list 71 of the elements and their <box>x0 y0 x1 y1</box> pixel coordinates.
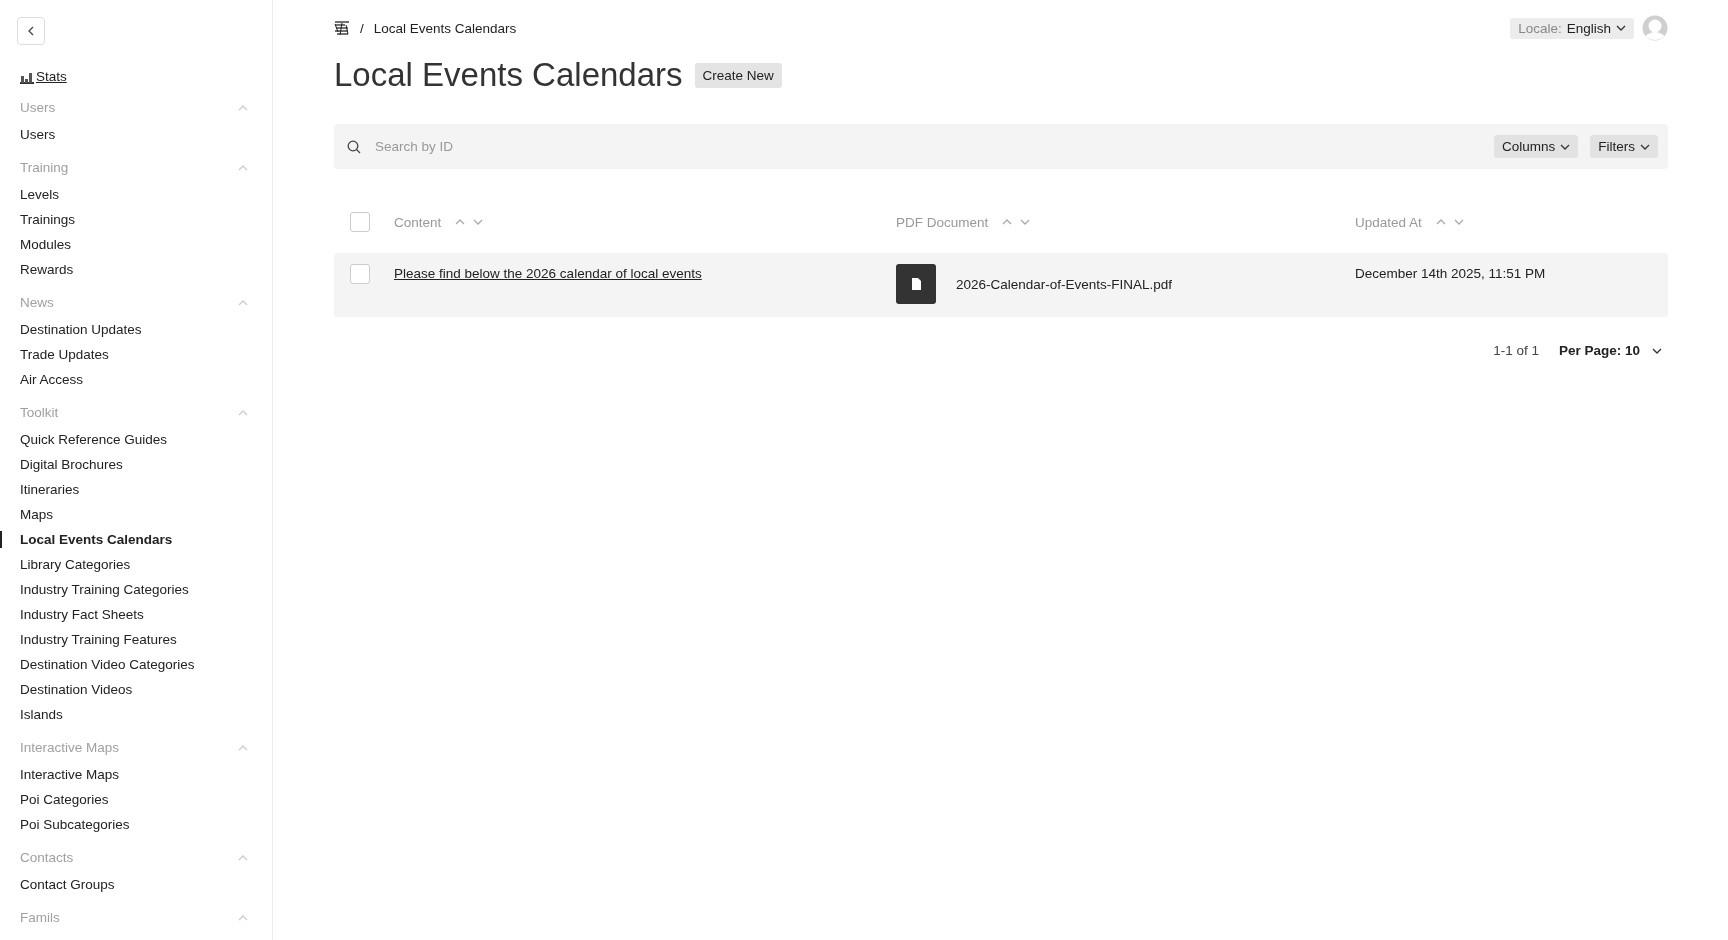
breadcrumb-item: Local Events Calendars <box>373 20 517 36</box>
sidebar-item[interactable]: Trainings <box>0 207 76 232</box>
group-title: Contacts <box>20 850 74 865</box>
chevron-up-icon[interactable] <box>238 298 248 307</box>
back-button[interactable] <box>17 17 45 45</box>
chevron-down-icon <box>473 218 484 226</box>
group-title: Users <box>20 100 56 115</box>
sidebar-item[interactable]: Rewards <box>0 257 74 282</box>
chevron-down-icon <box>1616 24 1626 32</box>
sidebar-item[interactable]: Local Events Calendars <box>0 527 173 552</box>
chevron-up-icon <box>455 218 466 226</box>
sidebar-item[interactable]: Trade Updates <box>0 342 109 367</box>
select-all-checkbox[interactable] <box>350 212 370 232</box>
sidebar-item[interactable]: Contact Groups <box>0 872 115 897</box>
chevron-up-icon[interactable] <box>238 853 248 862</box>
chevron-down-icon <box>1453 218 1464 226</box>
toolbar-button[interactable]: Filters <box>1590 135 1658 158</box>
group-title: Famils <box>20 910 60 925</box>
breadcrumb-separator: / <box>360 20 364 36</box>
stats-link[interactable]: Stats <box>20 67 67 87</box>
sidebar-item[interactable]: Users <box>0 122 56 147</box>
group-title: Toolkit <box>20 405 59 420</box>
avatar-icon[interactable] <box>1642 15 1668 41</box>
toolbar-button[interactable]: Columns <box>1493 135 1579 158</box>
page-title: Local Events Calendars <box>334 56 683 94</box>
chevron-up-icon <box>1435 218 1446 226</box>
sidebar-item[interactable]: Digital Brochures <box>0 452 123 477</box>
chevron-up-icon[interactable] <box>238 163 248 172</box>
chevron-up-icon[interactable] <box>238 408 248 417</box>
sidebar-item[interactable]: Industry Training Categories <box>0 577 189 602</box>
chevron-up-icon <box>1002 218 1013 226</box>
sidebar-item[interactable]: Interactive Maps <box>0 762 120 787</box>
sidebar-item[interactable]: Destination Updates <box>0 317 142 342</box>
locale-dropdown[interactable]: Locale: English <box>1510 17 1634 39</box>
create-new-button[interactable]: Create New <box>694 62 782 88</box>
sidebar-item[interactable]: Industry Fact Sheets <box>0 602 144 627</box>
sidebar-item[interactable]: Industry Training Features <box>0 627 177 652</box>
chevron-down-icon <box>1560 142 1571 151</box>
per-page-dropdown[interactable]: Per Page: 10 <box>1558 343 1662 358</box>
group-title: Training <box>20 160 69 175</box>
sidebar-item[interactable]: Poi Categories <box>0 787 109 812</box>
table-cell: December 14th 2025, 11:51 PM <box>1355 266 1546 281</box>
sidebar-item[interactable]: Islands <box>0 702 63 727</box>
sidebar-item[interactable]: Destination Video Categories <box>0 652 195 677</box>
sidebar-item[interactable]: Itineraries <box>0 477 80 502</box>
sidebar-item[interactable]: Levels <box>0 182 60 207</box>
group-title: News <box>20 295 54 310</box>
bar-chart-icon <box>20 70 34 84</box>
search-icon <box>347 139 361 154</box>
search-field[interactable]: Search by ID Columns Filters <box>334 124 1668 169</box>
sidebar-item[interactable]: Air Access <box>0 367 84 392</box>
row-checkbox[interactable] <box>350 264 370 284</box>
sidebar-item[interactable]: Destination Videos <box>0 677 133 702</box>
chevron-down-icon <box>1020 218 1031 226</box>
logo-icon <box>334 20 350 36</box>
chevron-down-icon <box>1652 346 1662 355</box>
chevron-up-icon[interactable] <box>238 913 248 922</box>
sidebar-item[interactable]: Maps <box>0 502 53 527</box>
document-icon <box>911 278 921 290</box>
sidebar-item[interactable]: Poi Subcategories <box>0 812 130 837</box>
back-icon <box>27 26 35 36</box>
chevron-down-icon <box>1640 142 1650 151</box>
content-link[interactable]: Please find below the 2026 calendar of local events <box>394 266 702 281</box>
sidebar-item[interactable]: Library Categories <box>0 552 131 577</box>
chevron-up-icon[interactable] <box>238 103 248 112</box>
chevron-up-icon[interactable] <box>238 743 248 752</box>
sidebar-item[interactable]: Modules <box>0 232 72 257</box>
file-name: 2026-Calendar-of-Events-FINAL.pdf <box>956 276 1173 292</box>
group-title: Interactive Maps <box>20 740 120 755</box>
sidebar-item[interactable]: Quick Reference Guides <box>0 427 168 452</box>
page-range: 1-1 of 1 <box>1493 343 1539 358</box>
